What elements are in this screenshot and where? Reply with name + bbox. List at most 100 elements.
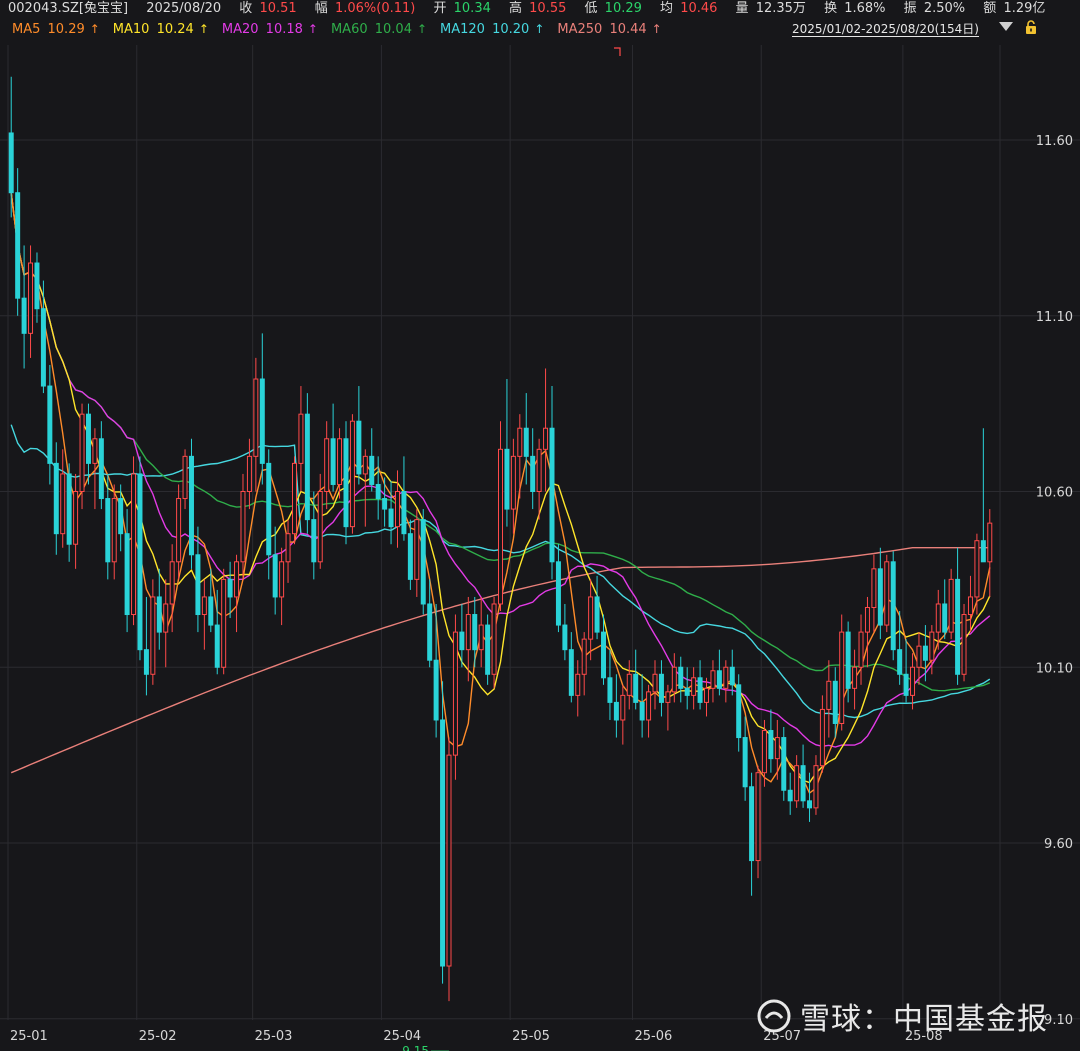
candle-body	[465, 614, 471, 651]
candle-body	[697, 677, 703, 703]
candle-body	[510, 455, 516, 510]
candle-body	[227, 578, 233, 598]
candle-body	[491, 603, 497, 675]
candle-body	[742, 737, 748, 788]
candle-body	[137, 473, 143, 651]
y-tick-label: 11.10	[1036, 310, 1073, 325]
y-tick-label: 9.10	[1044, 1013, 1073, 1028]
candle-body	[877, 568, 883, 626]
candle-body	[723, 666, 729, 689]
candle-body	[330, 438, 336, 485]
candle-body	[826, 680, 832, 710]
candle-body	[394, 491, 400, 528]
candle-body	[555, 561, 561, 626]
candle-body	[691, 677, 697, 696]
candle-body	[188, 455, 194, 556]
y-tick-label: 11.60	[1036, 134, 1073, 149]
candle-body	[150, 596, 156, 675]
candle-body	[498, 448, 503, 605]
candle-body	[581, 638, 587, 675]
candle-body	[15, 192, 21, 299]
candle-body	[163, 603, 169, 633]
candle-body	[221, 578, 227, 668]
candle-body	[549, 427, 555, 563]
candle-body	[208, 596, 214, 626]
candle-body	[633, 673, 639, 703]
x-tick-label: 25-01	[10, 1029, 48, 1044]
candle-body	[646, 691, 652, 721]
candle-body	[517, 427, 523, 457]
candle-body	[66, 473, 72, 545]
candle-body	[34, 262, 40, 310]
candle-body	[910, 666, 916, 696]
candle-body	[452, 631, 458, 756]
y-tick-label: 10.10	[1036, 661, 1073, 676]
candle-body	[626, 673, 632, 696]
candle-body	[304, 413, 310, 521]
candle-body	[736, 684, 742, 739]
candle-body	[942, 603, 948, 633]
candle-body	[240, 491, 246, 563]
candle-body	[85, 413, 91, 464]
candle-body	[362, 455, 368, 475]
candle-body	[118, 498, 124, 535]
candle-body	[568, 649, 574, 696]
candle-body	[755, 772, 761, 862]
candle-body	[935, 603, 941, 633]
candle-body	[864, 606, 870, 633]
candle-body	[601, 631, 607, 679]
candle-body	[903, 673, 909, 696]
candle-body	[658, 673, 664, 703]
candle-body	[375, 483, 381, 500]
candle-body	[671, 666, 677, 693]
candle-body	[504, 448, 510, 510]
candle-body	[871, 568, 877, 608]
candle-body	[459, 631, 465, 651]
candle-body	[40, 308, 46, 387]
candle-body	[485, 624, 491, 675]
candles	[8, 76, 993, 1002]
candle-body	[433, 659, 439, 721]
candle-body	[620, 694, 626, 721]
candle-body	[974, 540, 980, 598]
y-axis: 11.60 11.10 10.60 10.10 9.60 9.10	[1036, 134, 1073, 1028]
candlestick-chart: 11.60 11.10 10.60 10.10 9.60 9.10 25-01 25-02 2…	[0, 45, 1080, 1051]
candle-body	[832, 680, 838, 724]
candle-body	[562, 624, 568, 651]
candle-body	[195, 554, 201, 616]
candle-body	[427, 603, 433, 661]
candle-body	[781, 737, 787, 791]
candle-body	[246, 455, 252, 493]
candle-body	[53, 462, 59, 535]
crosshair-corner-icon	[614, 47, 621, 56]
candle-body	[858, 631, 864, 668]
candle-body	[105, 498, 111, 563]
candle-body	[761, 730, 767, 774]
snowball-logo-icon	[757, 999, 791, 1033]
candle-body	[845, 631, 851, 689]
candle-body	[916, 645, 922, 668]
candle-body	[234, 561, 240, 598]
candle-body	[317, 491, 323, 563]
candle-body	[401, 491, 407, 535]
candle-body	[523, 427, 529, 457]
candle-body	[478, 624, 484, 651]
candle-body	[665, 691, 671, 703]
candle-body	[987, 522, 993, 563]
candle-body	[214, 624, 220, 668]
candle-body	[768, 730, 774, 760]
candle-body	[890, 561, 896, 651]
candle-body	[369, 455, 375, 485]
candle-body	[800, 765, 806, 802]
candle-body	[182, 455, 188, 500]
candle-body	[420, 519, 426, 605]
x-tick-label: 25-03	[255, 1029, 293, 1044]
candle-body	[440, 719, 446, 967]
candle-body	[807, 800, 813, 809]
candle-body	[298, 413, 304, 464]
candle-body	[28, 262, 34, 334]
candle-body	[543, 427, 549, 450]
candle-body	[955, 578, 961, 675]
candle-body	[588, 596, 594, 640]
candle-body	[266, 462, 272, 556]
